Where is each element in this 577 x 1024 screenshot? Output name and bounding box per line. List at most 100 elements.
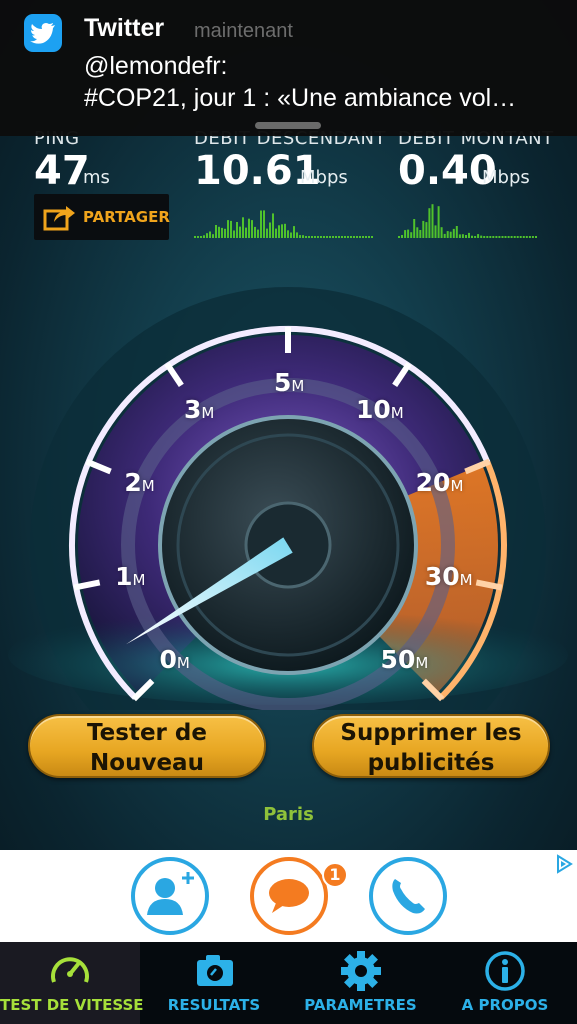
share-label: PARTAGER	[83, 208, 170, 226]
sparkline-bar	[293, 226, 295, 238]
sparkline-bar	[215, 225, 217, 238]
sparkline-bar	[410, 232, 413, 238]
sparkline-bar	[260, 210, 262, 238]
tick-value: 50	[380, 644, 416, 674]
tab-label: PARAMETRES	[304, 996, 417, 1014]
sparkline-bar	[209, 231, 211, 238]
sparkline-bar	[200, 236, 202, 238]
sparkline-bar	[519, 236, 522, 238]
ad-phone-icon[interactable]	[369, 857, 447, 935]
sparkline-bar	[428, 208, 431, 238]
tick-unit: M	[390, 404, 404, 423]
sparkline-bar	[329, 236, 331, 238]
sparkline-bar	[335, 236, 337, 238]
sparkline-bar	[344, 236, 346, 238]
sparkline-bar	[272, 213, 274, 238]
sparkline-bar	[443, 233, 446, 238]
remove-ads-line1: Supprimer les	[340, 720, 522, 746]
sparkline-bar	[206, 233, 208, 238]
remove-ads-button[interactable]: Supprimer les publicités	[312, 714, 550, 778]
notification-app-name: Twitter	[84, 14, 165, 42]
info-icon	[485, 951, 525, 991]
gauge-dial	[8, 287, 568, 803]
gauge-tick-label: 50M	[381, 645, 429, 674]
gauge-tick-label: 5M	[274, 368, 304, 397]
sparkline-bar	[437, 206, 440, 238]
sparkline-bar	[254, 226, 256, 238]
tick-unit: M	[450, 477, 464, 495]
sparkline-bar	[290, 232, 292, 238]
sparkline-bar	[233, 230, 235, 238]
tab-about[interactable]: A PROPOS	[433, 942, 577, 1024]
sparkline-bar	[251, 220, 253, 238]
sparkline-bar	[398, 236, 400, 238]
sparkline-bar	[498, 236, 501, 238]
sparkline-bar	[302, 235, 304, 238]
sparkline-bar	[531, 236, 534, 238]
sparkline-bar	[365, 236, 367, 238]
tab-bar: TEST DE VITESSE RESULTATS PARAMETRES A P…	[0, 942, 577, 1024]
sparkline-bar	[416, 227, 419, 238]
download-sparkline	[194, 210, 373, 238]
gauge-tick-label: 3M	[184, 395, 214, 424]
tab-speed-test[interactable]: TEST DE VITESSE	[0, 942, 144, 1024]
sparkline-bar	[224, 228, 226, 238]
sparkline-bar	[492, 236, 495, 238]
sparkline-bar	[528, 236, 531, 238]
sparkline-bar	[203, 235, 205, 238]
retest-line2: Nouveau	[90, 750, 204, 776]
upload-unit: Mbps	[482, 167, 530, 188]
sparkline-bar	[236, 222, 238, 238]
tick-unit: M	[176, 653, 190, 672]
sparkline-bar	[347, 236, 349, 238]
ad-banner[interactable]: 1	[0, 850, 577, 942]
sparkline-bar	[535, 236, 537, 238]
sparkline-bar	[350, 236, 352, 238]
sparkline-bar	[305, 236, 307, 238]
sparkline-bar	[278, 225, 280, 238]
sparkline-bar	[434, 225, 437, 238]
sparkline-bar	[419, 230, 422, 238]
gauge-tick-label: 10M	[356, 395, 404, 424]
sparkline-bar	[455, 226, 458, 238]
speed-gauge	[0, 280, 577, 803]
gauge-tick-label: 0M	[159, 645, 189, 674]
camera-icon	[197, 955, 233, 986]
ad-add-contact-icon[interactable]	[131, 857, 209, 935]
ad-choices-icon[interactable]	[552, 852, 576, 876]
notification-banner[interactable]: Twitter maintenant @lemondefr: #COP21, j…	[0, 0, 577, 136]
sparkline-bar	[461, 234, 464, 238]
retest-button[interactable]: Tester de Nouveau	[28, 714, 266, 778]
tick-value: 30	[424, 561, 460, 591]
sparkline-bar	[311, 236, 313, 238]
sparkline-bar	[495, 236, 498, 238]
sparkline-bar	[353, 236, 355, 238]
tab-settings[interactable]: PARAMETRES	[288, 942, 433, 1024]
sparkline-bar	[425, 222, 428, 238]
notification-line1: @lemondefr:	[84, 52, 228, 80]
sparkline-bar	[507, 236, 510, 238]
sparkline-bar	[413, 219, 416, 238]
sparkline-bar	[263, 210, 265, 238]
sparkline-bar	[356, 236, 358, 238]
retest-line1: Tester de	[87, 720, 207, 746]
server-city: Paris	[263, 804, 314, 825]
download-unit: Mbps	[300, 167, 348, 188]
sparkline-bar	[501, 236, 504, 238]
sparkline-bar	[404, 230, 407, 238]
tick-unit: M	[291, 377, 305, 395]
notification-drag-handle[interactable]	[255, 122, 321, 129]
sparkline-bar	[218, 226, 220, 238]
tick-value: 5	[274, 368, 292, 397]
tab-label: TEST DE VITESSE	[0, 996, 144, 1014]
ad-chat-icon[interactable]	[250, 857, 328, 935]
sparkline-bar	[230, 220, 232, 238]
tick-unit: M	[415, 653, 429, 672]
tick-unit: M	[141, 477, 155, 495]
sparkline-bar	[239, 226, 241, 238]
sparkline-bar	[480, 235, 483, 238]
tab-results[interactable]: RESULTATS	[140, 942, 288, 1024]
sparkline-bar	[326, 236, 328, 238]
sparkline-bar	[197, 236, 199, 238]
share-button[interactable]: PARTAGER	[34, 194, 170, 240]
